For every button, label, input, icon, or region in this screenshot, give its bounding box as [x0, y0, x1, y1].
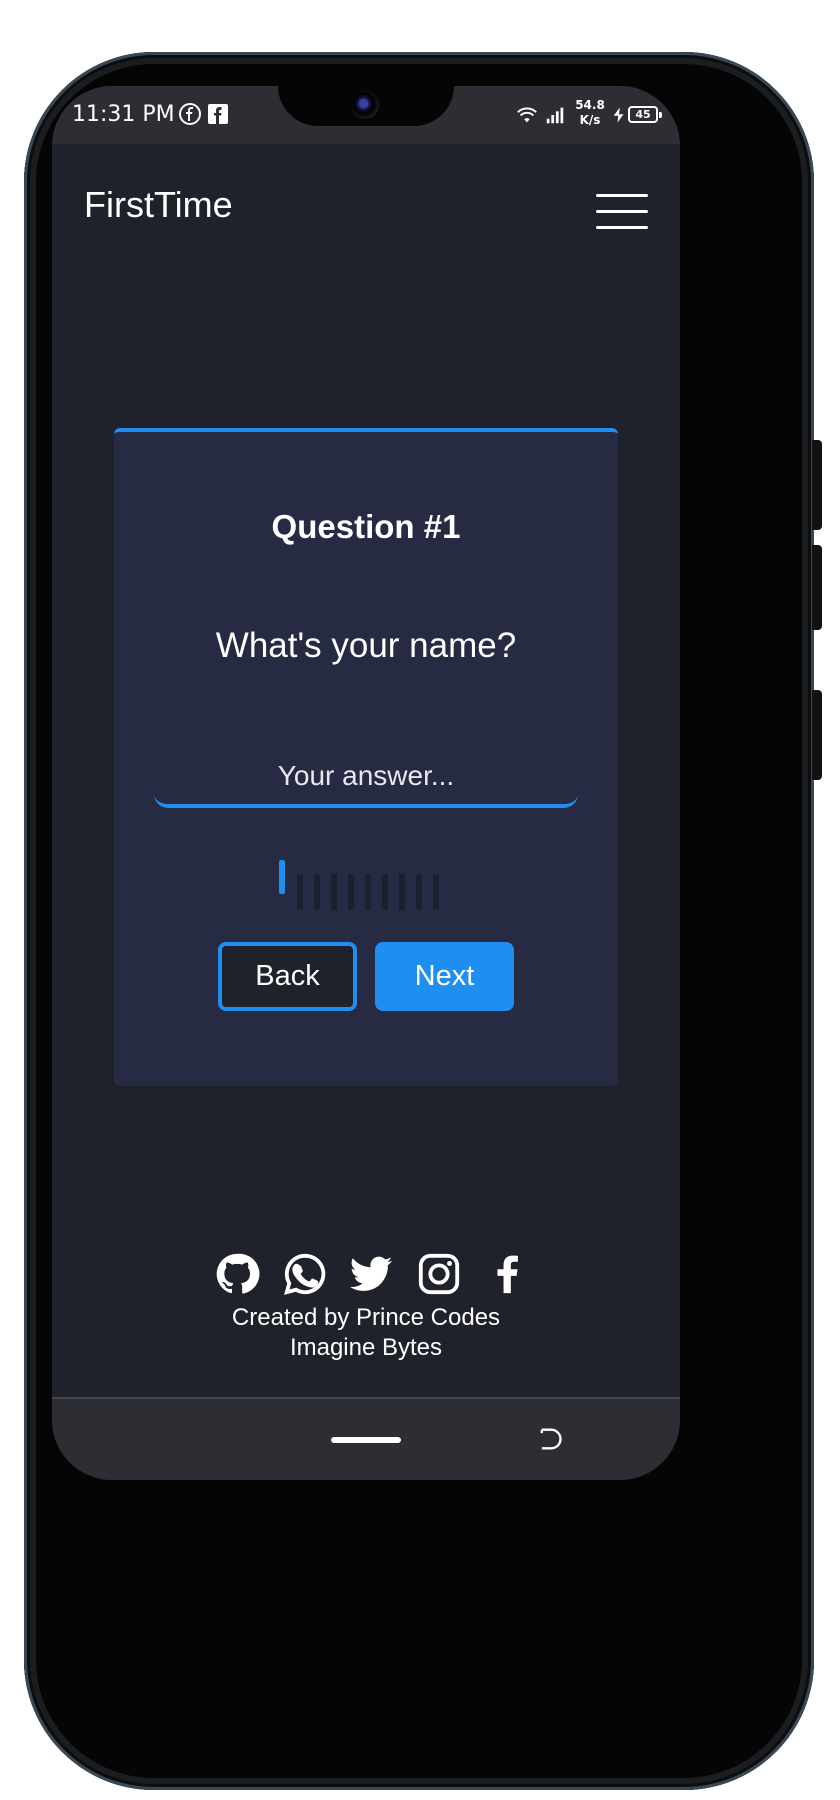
instagram-icon[interactable] — [416, 1251, 462, 1297]
signal-icon — [546, 107, 564, 124]
screen: 11:31 PM 54.8 K/s 45 FirstTime Question … — [52, 86, 680, 1480]
battery-level: 45 — [635, 108, 651, 121]
progress-segment — [314, 874, 320, 910]
next-button[interactable]: Next — [375, 942, 514, 1011]
volume-down-button — [812, 545, 822, 630]
answer-input[interactable] — [154, 738, 578, 808]
hamburger-menu-icon[interactable] — [596, 194, 648, 230]
progress-segment — [382, 874, 388, 910]
progress-segment — [365, 874, 371, 910]
battery-icon: 45 — [628, 106, 662, 123]
back-gesture-icon[interactable] — [536, 1425, 564, 1453]
facebook-icon[interactable] — [484, 1251, 530, 1297]
question-number: Question #1 — [271, 508, 461, 545]
credit-company: Imagine Bytes — [289, 1334, 443, 1361]
facebook-icon — [208, 104, 228, 124]
power-button — [812, 690, 822, 780]
progress-segment — [416, 874, 422, 910]
progress-segment-current — [279, 860, 285, 894]
network-speed-value: 54.8 — [575, 98, 605, 112]
status-time: 11:31 PM — [72, 102, 175, 127]
progress-segment — [331, 874, 337, 910]
social-links — [52, 1251, 680, 1311]
wifi-icon — [517, 107, 537, 123]
question-card: Question #1 What's your name? Back Next — [114, 428, 618, 1086]
facebook-messenger-icon — [179, 103, 201, 125]
front-camera — [351, 91, 379, 119]
system-navigation-bar — [52, 1397, 680, 1480]
github-icon[interactable] — [214, 1251, 260, 1297]
volume-up-button — [812, 440, 822, 530]
network-speed-unit: K/s — [579, 113, 601, 127]
brand-logo[interactable]: FirstTime — [84, 184, 233, 226]
whatsapp-icon[interactable] — [282, 1251, 328, 1297]
charging-icon — [613, 107, 624, 123]
status-bar: 11:31 PM 54.8 K/s 45 — [52, 86, 680, 144]
progress-segment — [399, 874, 405, 910]
credit-author: Created by Prince Codes — [231, 1304, 501, 1331]
twitter-icon[interactable] — [348, 1251, 394, 1297]
progress-segment — [433, 874, 439, 910]
progress-segment — [297, 874, 303, 910]
back-button[interactable]: Back — [218, 942, 357, 1011]
network-speed: 54.8 K/s — [570, 98, 610, 128]
home-gesture-bar[interactable] — [331, 1437, 401, 1443]
progress-segment — [348, 874, 354, 910]
question-progress — [279, 860, 453, 914]
question-text: What's your name? — [215, 626, 517, 665]
